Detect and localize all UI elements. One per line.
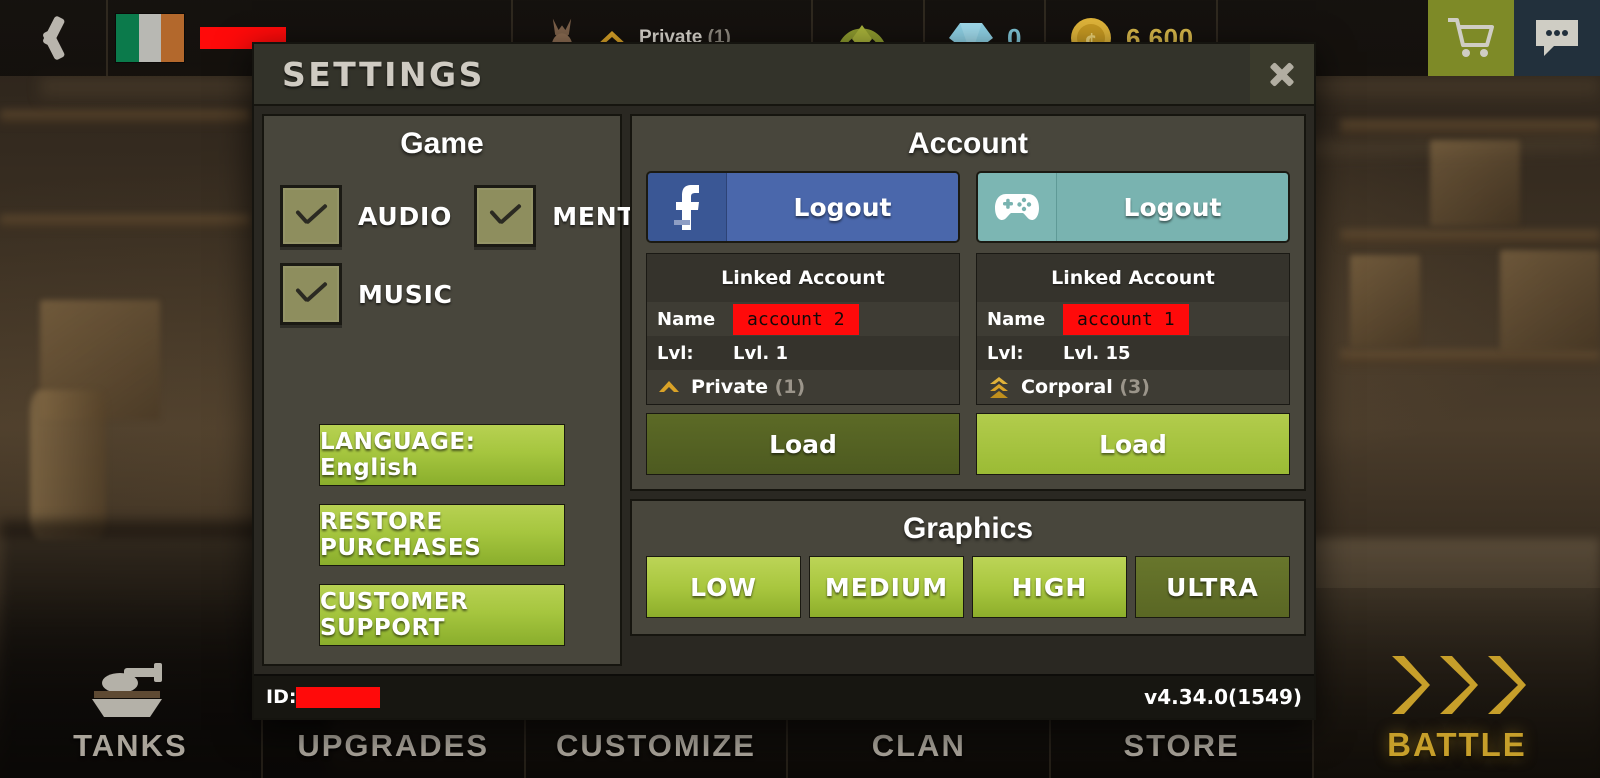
tank-icon — [92, 663, 163, 717]
account-name-row: Name account 1 — [977, 302, 1289, 336]
version-label: v4.34.0(1549) — [1144, 685, 1302, 709]
checkbox-row: AUDIO MENTION — [280, 185, 688, 247]
nav-label: TANKS — [73, 728, 188, 763]
battle-chevrons-icon — [1386, 652, 1528, 718]
nav-item-tanks[interactable]: TANKS — [0, 588, 263, 778]
nav-label: UPGRADES — [297, 728, 490, 763]
graphics-option-ultra[interactable]: ULTRA — [1135, 556, 1290, 618]
name-key: Name — [987, 308, 1046, 330]
level-key: Lvl: — [987, 342, 1024, 364]
graphics-options: LOW MEDIUM HIGH ULTRA — [632, 552, 1304, 634]
ireland-flag-icon — [116, 14, 185, 62]
checkbox-music-box[interactable] — [280, 263, 342, 325]
facebook-logout-button[interactable]: Logout — [646, 171, 960, 243]
account-level-row: Lvl: Lvl. 15 — [977, 336, 1289, 370]
account-rank-text: Corporal (3) — [1021, 376, 1150, 398]
store-cart-button[interactable] — [1428, 0, 1514, 76]
account-grid: Logout Linked Account Name account 2 Lvl… — [632, 167, 1304, 489]
level-key: Lvl: — [657, 342, 694, 364]
level-value: Lvl. 15 — [1063, 342, 1131, 364]
account-level-row: Lvl: Lvl. 1 — [647, 336, 959, 370]
account-panel: Account Logout Linked Account Name accou… — [630, 114, 1306, 491]
account-column-google-play: Logout Linked Account Name account 1 Lvl… — [976, 171, 1290, 475]
game-panel-title: Game — [400, 127, 484, 160]
load-button-google-play[interactable]: Load — [976, 413, 1290, 475]
account-name-row: Name account 2 — [647, 302, 959, 336]
facebook-logout-label: Logout — [726, 173, 958, 241]
checkbox-music[interactable]: MUSIC — [280, 263, 453, 325]
close-button[interactable] — [1250, 44, 1314, 104]
close-icon — [1268, 60, 1296, 88]
account-rank-row: Private (1) — [647, 370, 959, 404]
language-button[interactable]: LANGUAGE: English — [319, 424, 565, 486]
id-redaction — [296, 686, 381, 708]
linked-account-facebook: Linked Account Name account 2 Lvl: Lvl. … — [646, 253, 960, 405]
level-value: Lvl. 1 — [733, 342, 789, 364]
checkbox-audio-box[interactable] — [280, 185, 342, 247]
facebook-icon — [648, 173, 726, 241]
account-column-facebook: Logout Linked Account Name account 2 Lvl… — [646, 171, 960, 475]
modal-body: Game AUDIO MENTION MUSIC LANGUAGE: Engli… — [254, 106, 1314, 674]
graphics-option-high[interactable]: HIGH — [972, 556, 1127, 618]
checkbox-label: MUSIC — [358, 279, 453, 309]
battle-label: BATTLE — [1387, 726, 1527, 763]
checkbox-label: AUDIO — [358, 201, 453, 231]
settings-modal: SETTINGS Game AUDIO MENTION MUSIC LANGUA… — [252, 42, 1316, 720]
linked-account-google-play: Linked Account Name account 1 Lvl: Lvl. … — [976, 253, 1290, 405]
game-screen: Private (1) 0 ¢ 6 600 TANKS UPGRADES CUS… — [0, 0, 1600, 778]
page-title: SETTINGS — [282, 54, 485, 94]
graphics-option-low[interactable]: LOW — [646, 556, 801, 618]
gamepad-icon — [978, 173, 1056, 241]
name-key: Name — [657, 308, 716, 330]
game-checkbox-group: AUDIO MENTION MUSIC — [264, 167, 688, 341]
graphics-panel: Graphics LOW MEDIUM HIGH ULTRA — [630, 499, 1306, 636]
right-column: Account Logout Linked Account Name accou… — [630, 114, 1306, 666]
back-chevron-icon — [36, 12, 70, 64]
nav-label: STORE — [1123, 728, 1240, 763]
graphics-panel-title: Graphics — [902, 512, 1034, 545]
nav-label: CUSTOMIZE — [555, 728, 756, 763]
modal-footer: ID: v4.34.0(1549) — [254, 674, 1314, 718]
account-panel-title: Account — [908, 127, 1028, 160]
account-rank-row: Corporal (3) — [977, 370, 1289, 404]
check-icon — [294, 206, 328, 226]
chat-bubble-icon — [1536, 20, 1578, 56]
account-rank-text: Private (1) — [691, 376, 806, 398]
private-chevron-icon — [659, 381, 679, 392]
load-button-facebook[interactable]: Load — [646, 413, 960, 475]
shopping-cart-icon — [1448, 18, 1494, 57]
check-icon — [488, 206, 522, 226]
game-panel: Game AUDIO MENTION MUSIC LANGUAGE: Engli… — [262, 114, 688, 666]
google-play-logout-button[interactable]: Logout — [976, 171, 1290, 243]
nav-label: CLAN — [871, 728, 966, 763]
game-column: Game AUDIO MENTION MUSIC LANGUAGE: Engli… — [262, 114, 688, 666]
game-spacer — [264, 341, 620, 424]
checkbox-audio[interactable]: AUDIO — [280, 185, 452, 247]
battle-button[interactable]: BATTLE — [1313, 588, 1600, 778]
account-name-redaction: account 1 — [1063, 303, 1189, 335]
account-name-redaction: account 2 — [733, 303, 859, 335]
customer-support-button[interactable]: CUSTOMER SUPPORT — [319, 584, 565, 646]
modal-header: SETTINGS — [254, 44, 1314, 106]
checkbox-mention-box[interactable] — [474, 185, 537, 247]
linked-account-title: Linked Account — [721, 267, 885, 289]
id-label: ID: — [266, 686, 297, 708]
chat-button[interactable] — [1514, 0, 1600, 76]
checkbox-row: MUSIC — [280, 263, 620, 325]
account-id: ID: — [266, 686, 381, 708]
back-button[interactable] — [0, 0, 108, 76]
google-play-logout-label: Logout — [1056, 173, 1288, 241]
linked-account-title: Linked Account — [1051, 267, 1215, 289]
corporal-chevrons-icon — [990, 377, 1008, 398]
graphics-option-medium[interactable]: MEDIUM — [809, 556, 964, 618]
restore-purchases-button[interactable]: RESTORE PURCHASES — [319, 504, 565, 566]
check-icon — [294, 284, 328, 304]
